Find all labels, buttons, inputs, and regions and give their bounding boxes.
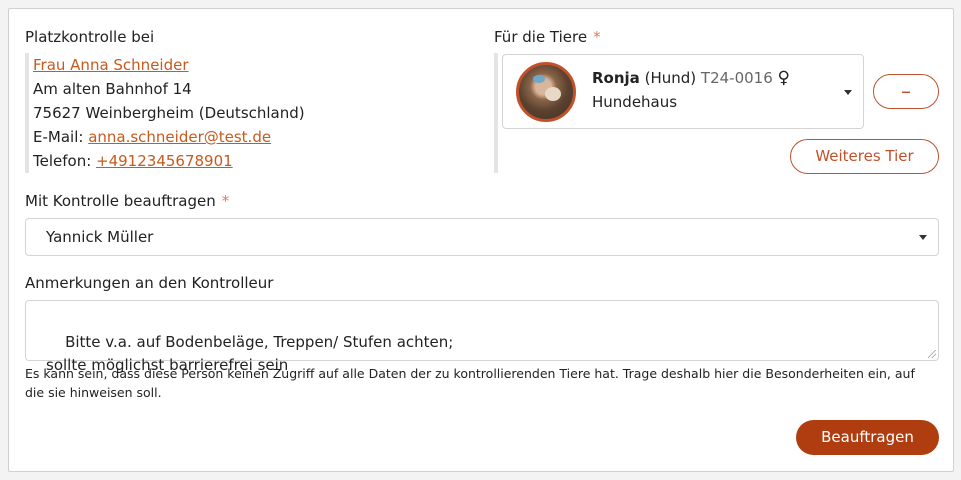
notes-hint: Es kann sein, dass diese Person keinen Z… <box>25 366 915 400</box>
animal-location: Hundehaus <box>592 93 678 111</box>
animal-name: Ronja <box>592 69 640 87</box>
email-link[interactable]: anna.schneider@test.de <box>88 128 271 146</box>
notes-textarea[interactable]: Bitte v.a. auf Bodenbeläge, Treppen/ Stu… <box>25 300 939 374</box>
phone-label: Telefon: <box>33 152 97 170</box>
inspector-select[interactable]: Yannick Müller <box>25 218 939 256</box>
required-mark: * <box>593 28 601 46</box>
female-icon: ♀ <box>777 68 790 88</box>
notes-label: Anmerkungen an den Kontrolleur <box>25 274 274 292</box>
owner-city: 75627 Weinbergheim (Deutschland) <box>33 104 305 122</box>
add-animal-button[interactable]: Weiteres Tier <box>790 139 939 174</box>
chevron-down-icon <box>844 90 852 95</box>
inspection-form: Platzkontrolle bei Frau Anna Schneider A… <box>8 8 954 472</box>
required-mark: * <box>221 192 230 210</box>
chevron-down-icon <box>919 235 927 240</box>
animal-species: (Hund) <box>644 69 697 87</box>
owner-address: Frau Anna Schneider Am alten Bahnhof 14 … <box>33 53 305 173</box>
phone-link[interactable]: +4912345678901 <box>96 152 233 170</box>
email-label: E-Mail: <box>33 128 89 146</box>
animals-border <box>494 53 498 173</box>
remove-animal-button[interactable]: – <box>873 74 939 109</box>
animal-select[interactable]: Ronja (Hund) T24-0016 ♀ Hundehaus <box>502 54 864 129</box>
resize-handle-icon[interactable] <box>928 350 936 358</box>
animal-avatar <box>516 62 576 122</box>
address-border <box>25 53 29 173</box>
assign-label: Mit Kontrolle beauftragen * <box>25 192 229 210</box>
animals-heading: Für die Tiere * <box>494 28 601 46</box>
submit-button[interactable]: Beauftragen <box>796 420 939 455</box>
owner-heading: Platzkontrolle bei <box>25 28 155 46</box>
owner-street: Am alten Bahnhof 14 <box>33 80 192 98</box>
animal-title: Ronja (Hund) T24-0016 ♀ <box>592 68 790 88</box>
owner-name-link[interactable]: Frau Anna Schneider <box>33 56 189 74</box>
animal-id: T24-0016 <box>700 69 773 87</box>
inspector-value: Yannick Müller <box>46 228 154 246</box>
animals-heading-text: Für die Tiere <box>494 28 588 46</box>
assign-label-text: Mit Kontrolle beauftragen <box>25 192 216 210</box>
